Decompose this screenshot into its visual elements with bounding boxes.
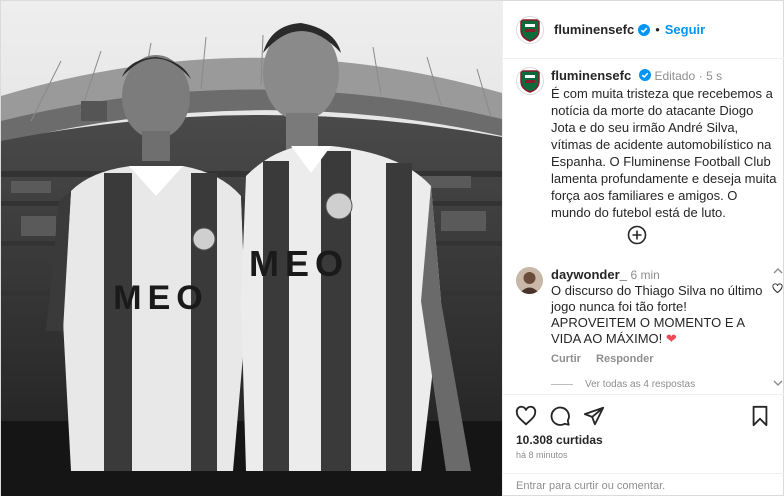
post-header: fluminensefc • Seguir <box>503 1 784 59</box>
post-timestamp: há 8 minutos <box>516 450 568 460</box>
view-replies-label: Ver todas as 4 respostas <box>585 379 696 390</box>
comment-item: daywonder_ 6 min O discurso do Thiago Si… <box>516 267 778 367</box>
left-shirt-sponsor: MEO <box>113 279 208 317</box>
view-replies[interactable]: Ver todas as 4 respostas <box>551 379 695 390</box>
comment-heart-icon[interactable] <box>772 283 783 294</box>
instagram-post: MEO MEO fluminensefc • Seguir fluminense… <box>0 0 784 496</box>
comment-input[interactable] <box>516 479 766 492</box>
separator-dot: • <box>655 22 660 37</box>
user-photo-icon <box>516 267 543 294</box>
plus-circle-icon[interactable] <box>627 225 647 245</box>
comment-like-button[interactable]: Curtir <box>551 353 581 365</box>
replies-divider <box>551 384 573 385</box>
verified-badge-icon <box>638 23 651 36</box>
post-caption: fluminensefc Editado · 5 s É com muita t… <box>516 67 778 221</box>
comment-icon[interactable] <box>549 405 571 427</box>
separator-dot: · <box>698 69 707 83</box>
post-photo[interactable]: MEO MEO <box>1 1 502 496</box>
comment-reply-button[interactable]: Responder <box>596 353 653 365</box>
caption-username[interactable]: fluminensefc <box>551 68 631 83</box>
comment-time: 6 min <box>630 268 660 282</box>
commenter-username[interactable]: daywonder_ <box>551 267 627 282</box>
likes-count[interactable]: 10.308 curtidas <box>516 433 603 447</box>
club-crest-icon <box>520 18 540 42</box>
photo-image: MEO MEO <box>1 1 502 496</box>
post-sidebar: fluminensefc • Seguir fluminensefc Edita… <box>502 1 784 496</box>
comment-form <box>503 473 784 496</box>
edited-label: Editado <box>654 69 696 83</box>
heart-emoji: ❤ <box>665 331 677 346</box>
follow-button[interactable]: Seguir <box>665 22 705 37</box>
right-shirt-sponsor: MEO <box>249 243 349 284</box>
club-crest-icon <box>520 70 540 93</box>
bookmark-icon[interactable] <box>749 405 771 427</box>
heart-icon[interactable] <box>515 405 537 427</box>
post-username[interactable]: fluminensefc <box>554 22 634 37</box>
verified-badge-icon <box>638 69 651 81</box>
caption-text: É com muita tristeza que recebemos a not… <box>551 86 777 220</box>
profile-avatar[interactable] <box>516 15 544 44</box>
post-actions <box>503 394 784 434</box>
commenter-avatar[interactable] <box>516 267 543 294</box>
caption-time: 5 s <box>706 69 723 83</box>
share-icon[interactable] <box>583 405 605 427</box>
comment-text: O discurso do Thiago Silva no último jog… <box>551 283 763 346</box>
caption-avatar[interactable] <box>516 67 544 95</box>
chevron-down-icon[interactable] <box>773 379 783 387</box>
